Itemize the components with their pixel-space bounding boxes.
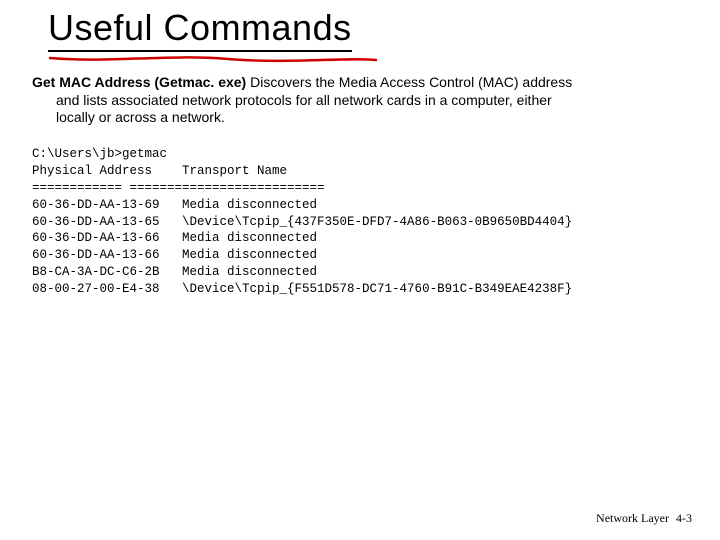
intro-paragraph: Get MAC Address (Getmac. exe) Discovers …: [32, 74, 682, 127]
terminal-row-5: 08-00-27-00-E4-38 \Device\Tcpip_{F551D57…: [32, 282, 572, 296]
terminal-prompt: C:\Users\jb>getmac: [32, 147, 167, 161]
intro-lead: Get MAC Address (Getmac. exe): [32, 74, 246, 90]
red-underline-icon: [48, 54, 378, 64]
terminal-divider: ============ ==========================: [32, 181, 325, 195]
terminal-output: C:\Users\jb>getmac Physical Address Tran…: [32, 146, 572, 298]
terminal-row-2: 60-36-DD-AA-13-66 Media disconnected: [32, 231, 317, 245]
intro-text-3: locally or across a network.: [32, 109, 682, 127]
terminal-row-1: 60-36-DD-AA-13-65 \Device\Tcpip_{437F350…: [32, 215, 572, 229]
intro-text-2: and lists associated network protocols f…: [32, 92, 682, 110]
footer: Network Layer 4-3: [596, 511, 692, 526]
footer-page: 4-3: [676, 511, 692, 525]
terminal-row-3: 60-36-DD-AA-13-66 Media disconnected: [32, 248, 317, 262]
page-title: Useful Commands: [48, 8, 352, 52]
footer-section: Network Layer: [596, 511, 669, 525]
intro-text-1: Discovers the Media Access Control (MAC)…: [246, 74, 572, 90]
terminal-header: Physical Address Transport Name: [32, 164, 287, 178]
title-wrap: Useful Commands: [48, 8, 352, 52]
terminal-row-4: B8-CA-3A-DC-C6-2B Media disconnected: [32, 265, 317, 279]
terminal-row-0: 60-36-DD-AA-13-69 Media disconnected: [32, 198, 317, 212]
slide: Useful Commands Get MAC Address (Getmac.…: [0, 0, 720, 540]
